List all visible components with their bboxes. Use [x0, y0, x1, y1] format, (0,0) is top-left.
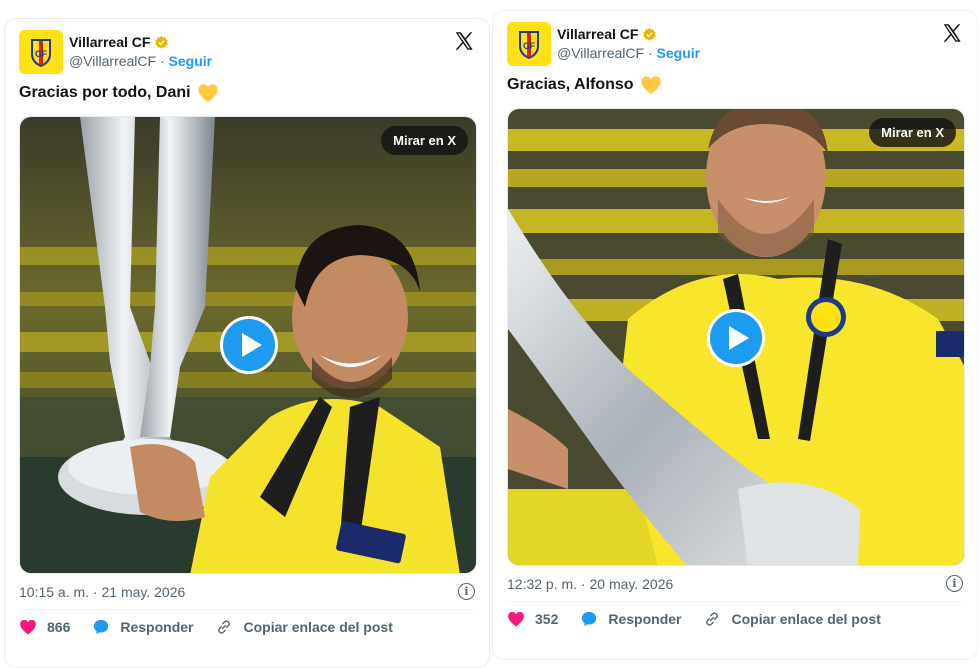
heart-icon [508, 611, 524, 627]
post-timestamp: 10:15 a. m. · 21 may. 2026 i [19, 583, 475, 600]
separator-dot: · [647, 45, 653, 61]
play-icon [729, 326, 749, 350]
video-media[interactable]: Mirar en X [507, 108, 965, 566]
like-count: 352 [535, 611, 559, 627]
heart-icon [20, 619, 36, 635]
post-time: 10:15 a. m. [19, 583, 90, 600]
post-actions: 352 Responder Copiar enlace del post [507, 610, 963, 628]
post-text-content: Gracias, Alfonso [507, 76, 634, 93]
like-button[interactable]: 866 [19, 618, 70, 636]
reply-label: Responder [120, 619, 194, 635]
copy-link-label: Copiar enlace del post [731, 611, 881, 627]
villarreal-crest-avatar[interactable]: CF [19, 30, 63, 74]
post-time: 12:32 p. m. [507, 575, 578, 592]
post-actions: 866 Responder Copiar enlace del post [19, 618, 475, 636]
follow-button[interactable]: Seguir [169, 53, 213, 69]
timestamp-link[interactable]: 12:32 p. m. · 20 may. 2026 [507, 576, 673, 592]
separator-dot: · [159, 53, 165, 69]
copy-link-button[interactable]: Copiar enlace del post [215, 618, 393, 636]
post-text-content: Gracias por todo, Dani [19, 84, 191, 101]
info-icon[interactable]: i [946, 575, 963, 592]
copy-link-button[interactable]: Copiar enlace del post [703, 610, 881, 628]
play-icon [242, 333, 262, 357]
author-name[interactable]: Villarreal CF [557, 26, 638, 42]
embedded-post-dani: CF Villarreal CF @VillarrealCF · Seguir … [4, 18, 490, 668]
divider [19, 609, 475, 610]
verified-badge-icon [155, 35, 169, 49]
link-icon [706, 612, 719, 626]
play-button[interactable] [220, 316, 278, 374]
author-name[interactable]: Villarreal CF [69, 34, 150, 50]
reply-bubble-icon [582, 611, 597, 627]
post-text: Gracias, Alfonso [507, 75, 662, 95]
copy-link-label: Copiar enlace del post [243, 619, 393, 635]
reply-bubble-icon [94, 619, 109, 635]
author-handle[interactable]: @VillarrealCF [69, 53, 156, 69]
mirar-en-x-button[interactable]: Mirar en X [869, 118, 956, 147]
post-text: Gracias por todo, Dani [19, 83, 219, 103]
like-count: 866 [47, 619, 71, 635]
embedded-post-alfonso: CF Villarreal CF @VillarrealCF · Seguir … [492, 10, 978, 660]
like-button[interactable]: 352 [507, 610, 558, 628]
x-logo-icon[interactable] [941, 22, 963, 44]
post-date: 21 may. 2026 [101, 583, 186, 600]
separator-dot: · [580, 575, 586, 592]
reply-button[interactable]: Responder [92, 618, 193, 636]
mirar-en-x-button[interactable]: Mirar en X [381, 126, 468, 155]
yellow-heart-emoji-icon [641, 76, 661, 95]
reply-label: Responder [608, 611, 682, 627]
video-media[interactable]: Mirar en X [19, 116, 477, 574]
info-icon[interactable]: i [458, 583, 475, 600]
svg-text:CF: CF [523, 41, 535, 51]
reply-button[interactable]: Responder [580, 610, 681, 628]
villarreal-crest-avatar[interactable]: CF [507, 22, 551, 66]
link-icon [218, 620, 231, 634]
yellow-heart-emoji-icon [198, 84, 218, 103]
author-info: Villarreal CF @VillarrealCF · Seguir [557, 26, 700, 61]
x-logo-icon[interactable] [453, 30, 475, 52]
play-button[interactable] [707, 309, 765, 367]
post-timestamp: 12:32 p. m. · 20 may. 2026 i [507, 575, 963, 592]
separator-dot: · [92, 583, 98, 600]
author-handle[interactable]: @VillarrealCF [557, 45, 644, 61]
svg-text:CF: CF [35, 49, 47, 59]
timestamp-link[interactable]: 10:15 a. m. · 21 may. 2026 [19, 584, 185, 600]
follow-button[interactable]: Seguir [657, 45, 701, 61]
divider [507, 601, 963, 602]
post-date: 20 may. 2026 [589, 575, 674, 592]
post-header: CF Villarreal CF @VillarrealCF · Seguir [507, 22, 963, 68]
verified-badge-icon [643, 27, 657, 41]
author-info: Villarreal CF @VillarrealCF · Seguir [69, 34, 212, 69]
post-header: CF Villarreal CF @VillarrealCF · Seguir [19, 30, 475, 76]
